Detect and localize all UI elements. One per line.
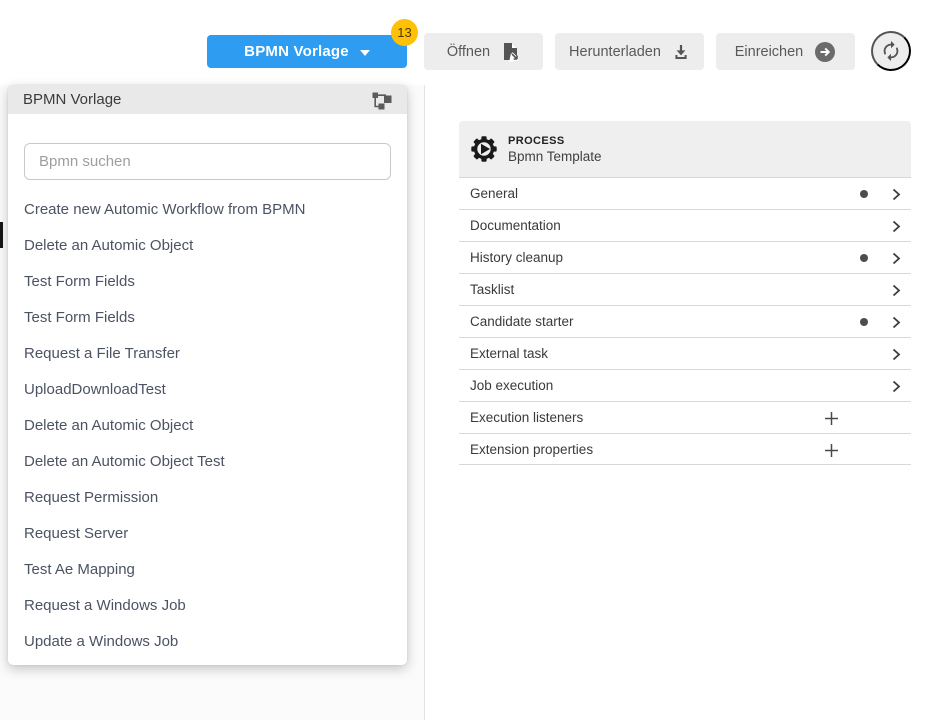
element-name-label: Bpmn Template <box>508 149 602 164</box>
file-open-icon <box>501 42 520 62</box>
open-button[interactable]: Öffnen <box>424 33 543 70</box>
list-item[interactable]: Delete an Automic Object <box>8 407 407 443</box>
property-group-label: Documentation <box>459 218 561 233</box>
property-group-label: External task <box>459 346 548 361</box>
chevron-right-icon <box>892 348 901 361</box>
download-button[interactable]: Herunterladen <box>555 33 704 70</box>
refresh-button[interactable] <box>871 31 911 71</box>
property-groups: General Documentation History cleanup <box>459 177 911 465</box>
bpmn-template-button-label: BPMN Vorlage <box>244 43 349 60</box>
open-button-label: Öffnen <box>447 44 490 60</box>
palette-edge <box>0 222 3 248</box>
notification-badge: 13 <box>391 19 418 46</box>
property-group-row[interactable]: Documentation <box>459 209 911 241</box>
list-item[interactable]: Delete an Automic Object <box>8 227 407 263</box>
chevron-right-icon <box>892 188 901 201</box>
app-screen: BPMN Vorlage 13 Öffnen Herunterladen <box>0 0 931 720</box>
element-type-label: PROCESS <box>508 135 602 147</box>
filled-dot-icon <box>860 318 868 326</box>
search-input[interactable] <box>24 143 391 180</box>
arrow-circle-right-icon <box>814 41 836 63</box>
list-item[interactable]: UploadDownloadTest <box>8 371 407 407</box>
template-list: Create new Automic Workflow from BPMNDel… <box>8 191 407 659</box>
property-group-label: General <box>459 186 518 201</box>
chevron-down-icon <box>360 50 370 56</box>
sync-icon <box>880 40 902 62</box>
list-item[interactable]: Request a File Transfer <box>8 335 407 371</box>
chevron-right-icon <box>892 316 901 329</box>
chevron-right-icon <box>892 252 901 265</box>
property-group-label: Tasklist <box>459 282 514 297</box>
chevron-right-icon <box>892 220 901 233</box>
submit-button[interactable]: Einreichen <box>716 33 855 70</box>
filled-dot-icon <box>860 190 868 198</box>
property-group-row[interactable]: Candidate starter <box>459 305 911 337</box>
submit-button-label: Einreichen <box>735 44 804 60</box>
property-group-row[interactable]: General <box>459 177 911 209</box>
dropdown-title: BPMN Vorlage <box>23 91 372 108</box>
property-group-label: Execution listeners <box>459 410 583 425</box>
properties-header: PROCESS Bpmn Template <box>459 121 911 177</box>
property-group-row[interactable]: History cleanup <box>459 241 911 273</box>
list-item[interactable]: Request a Windows Job <box>8 587 407 623</box>
list-item[interactable]: Test Ae Mapping <box>8 551 407 587</box>
download-button-label: Herunterladen <box>569 44 661 60</box>
property-group-label: Candidate starter <box>459 314 574 329</box>
property-group-row[interactable]: Execution listeners <box>459 401 911 433</box>
property-group-label: History cleanup <box>459 250 563 265</box>
list-item[interactable]: Update a Windows Job <box>8 623 407 659</box>
bpmn-template-button[interactable]: BPMN Vorlage <box>207 35 407 68</box>
list-item[interactable]: Delete an Automic Object Test <box>8 443 407 479</box>
property-group-row[interactable]: Job execution <box>459 369 911 401</box>
plus-icon[interactable] <box>824 443 839 458</box>
plus-icon[interactable] <box>824 411 839 426</box>
list-item[interactable]: Test Form Fields <box>8 263 407 299</box>
chevron-right-icon <box>892 284 901 297</box>
download-icon <box>672 43 690 61</box>
list-item[interactable]: Request Server <box>8 515 407 551</box>
property-group-label: Extension properties <box>459 442 593 457</box>
list-item[interactable]: Create new Automic Workflow from BPMN <box>8 191 407 227</box>
dropdown-header: BPMN Vorlage <box>8 85 407 114</box>
property-group-row[interactable]: External task <box>459 337 911 369</box>
list-item[interactable]: Test Form Fields <box>8 299 407 335</box>
process-gear-icon <box>469 134 499 164</box>
list-item[interactable]: Request Permission <box>8 479 407 515</box>
property-group-row[interactable]: Tasklist <box>459 273 911 305</box>
filled-dot-icon <box>860 254 868 262</box>
panel-divider <box>424 85 425 720</box>
chevron-right-icon <box>892 380 901 393</box>
property-group-label: Job execution <box>459 378 553 393</box>
schema-icon <box>372 90 392 110</box>
property-group-row[interactable]: Extension properties <box>459 433 911 465</box>
template-dropdown-panel: BPMN Vorlage Create new Automic Workflow… <box>8 85 407 665</box>
